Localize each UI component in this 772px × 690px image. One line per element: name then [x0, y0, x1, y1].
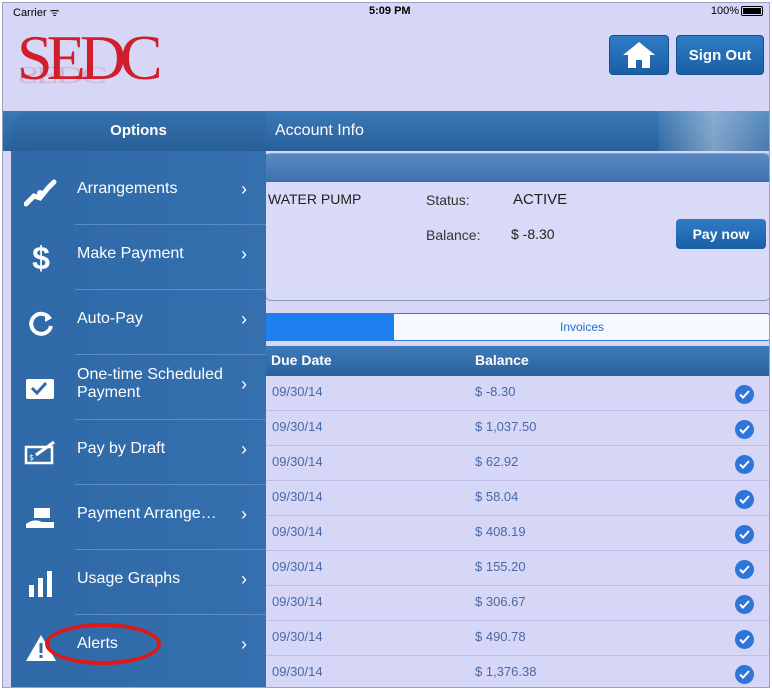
balance-cell: $ 1,376.38: [475, 664, 537, 679]
chevron-right-icon: ›: [241, 244, 247, 264]
due-date-cell: 09/30/14: [272, 489, 323, 504]
table-row[interactable]: 09/30/14 $ 490.78: [265, 621, 769, 656]
checkmark-icon[interactable]: [735, 595, 754, 614]
handshake-icon: [23, 175, 59, 211]
tab-invoices[interactable]: Invoices: [394, 314, 769, 340]
battery-percent: 100%: [710, 5, 739, 17]
chevron-right-icon: ›: [241, 634, 247, 654]
battery-icon: [741, 6, 763, 16]
checkmark-icon[interactable]: [735, 455, 754, 474]
table-row[interactable]: 09/30/14 $ 306.67: [265, 586, 769, 621]
divider: [75, 354, 266, 355]
logo-reflection: SEDC: [17, 61, 104, 89]
due-date-cell: 09/30/14: [272, 594, 323, 609]
card-header: [266, 154, 769, 182]
chevron-right-icon: ›: [241, 439, 247, 459]
account-name: WATER PUMP: [268, 191, 362, 207]
chevron-right-icon: ›: [241, 569, 247, 589]
home-button[interactable]: [609, 35, 669, 75]
checkmark-icon[interactable]: [735, 385, 754, 404]
balance-cell: $ 408.19: [475, 524, 526, 539]
table-row[interactable]: 09/30/14 $ 408.19: [265, 516, 769, 551]
checkmark-icon[interactable]: [735, 525, 754, 544]
app-frame: Carrier ᯤ 5:09 PM 100% SEDC SEDC Sign Ou…: [2, 2, 770, 688]
wallet-check-icon: [23, 370, 59, 406]
balance-cell: $ 490.78: [475, 629, 526, 644]
chevron-right-icon: ›: [241, 504, 247, 524]
chevron-right-icon: ›: [241, 374, 247, 394]
clock: 5:09 PM: [369, 5, 411, 17]
home-icon: [623, 42, 655, 68]
account-info-title: Account Info: [275, 122, 364, 139]
dollar-icon: $: [32, 239, 50, 276]
sign-out-button[interactable]: Sign Out: [676, 35, 764, 75]
svg-text:$: $: [29, 453, 34, 462]
divider: [75, 224, 266, 225]
sidebar-item-payment-arrangements[interactable]: Payment Arrange… ›: [11, 484, 266, 549]
table-row[interactable]: 09/30/14 $ 62.92: [265, 446, 769, 481]
balance-cell: $ 1,037.50: [475, 419, 537, 434]
checkmark-icon[interactable]: [735, 490, 754, 509]
due-date-cell: 09/30/14: [272, 384, 323, 399]
pay-now-button[interactable]: Pay now: [676, 219, 766, 249]
bar-chart-icon: [23, 565, 59, 601]
sidebar-item-one-time-scheduled-payment[interactable]: One-time Scheduled Payment ›: [11, 354, 266, 419]
balance-cell: $ 58.04: [475, 489, 519, 504]
due-date-cell: 09/30/14: [272, 419, 323, 434]
table-header: Due Date Balance: [265, 346, 769, 376]
sidebar-item-auto-pay[interactable]: Auto-Pay ›: [11, 289, 266, 354]
due-date-cell: 09/30/14: [272, 559, 323, 574]
column-due-date: Due Date: [271, 352, 332, 368]
status-bar: Carrier ᯤ 5:09 PM 100%: [3, 3, 769, 19]
table-row[interactable]: 09/30/14 $ 155.20: [265, 551, 769, 586]
refresh-icon: [23, 305, 59, 341]
due-date-cell: 09/30/14: [272, 524, 323, 539]
invoice-table: Due Date Balance 09/30/14 $ -8.30 09/30/14…: [265, 346, 769, 687]
due-date-cell: 09/30/14: [272, 629, 323, 644]
balance-cell: $ -8.30: [475, 384, 516, 399]
check-sign-icon: $: [23, 435, 59, 471]
account-card: WATER PUMP Status: ACTIVE Balance: $ -8.…: [265, 153, 769, 301]
divider: [75, 289, 266, 290]
sidebar-item-make-payment[interactable]: $ Make Payment ›: [11, 224, 266, 289]
checkmark-icon[interactable]: [735, 420, 754, 439]
status-value: ACTIVE: [513, 191, 568, 208]
balance-cell: $ 306.67: [475, 594, 526, 609]
status-label: Status:: [426, 192, 470, 208]
divider: [75, 484, 266, 485]
chevron-right-icon: ›: [241, 179, 247, 199]
alerts-highlight-annotation: [45, 623, 161, 665]
checkmark-icon[interactable]: [735, 560, 754, 579]
divider: [75, 549, 266, 550]
balance-value: $ -8.30: [511, 226, 555, 242]
sidebar-item-pay-by-draft[interactable]: $ Pay by Draft ›: [11, 419, 266, 484]
balance-cell: $ 155.20: [475, 559, 526, 574]
balance-cell: $ 62.92: [475, 454, 519, 469]
tab-payments[interactable]: [266, 314, 394, 340]
table-row[interactable]: 09/30/14 $ 1,376.38: [265, 656, 769, 687]
options-header: Options: [11, 111, 266, 151]
options-sidebar: Arrangements › $ Make Payment › Auto-Pay…: [11, 151, 266, 687]
table-row[interactable]: 09/30/14 $ -8.30: [265, 376, 769, 411]
blurred-region: [658, 111, 769, 151]
sidebar-item-arrangements[interactable]: Arrangements ›: [11, 159, 266, 224]
table-row[interactable]: 09/30/14 $ 58.04: [265, 481, 769, 516]
chevron-right-icon: ›: [241, 309, 247, 329]
divider: [75, 419, 266, 420]
column-balance: Balance: [475, 352, 529, 368]
table-row[interactable]: 09/30/14 $ 1,037.50: [265, 411, 769, 446]
checkmark-icon[interactable]: [735, 630, 754, 649]
segmented-tabs: Invoices: [265, 313, 769, 341]
hand-money-icon: [23, 500, 59, 536]
due-date-cell: 09/30/14: [272, 664, 323, 679]
divider: [75, 614, 266, 615]
sidebar-item-usage-graphs[interactable]: Usage Graphs ›: [11, 549, 266, 614]
carrier-label: Carrier ᯤ: [13, 7, 60, 19]
checkmark-icon[interactable]: [735, 665, 754, 684]
due-date-cell: 09/30/14: [272, 454, 323, 469]
balance-label: Balance:: [426, 227, 481, 243]
